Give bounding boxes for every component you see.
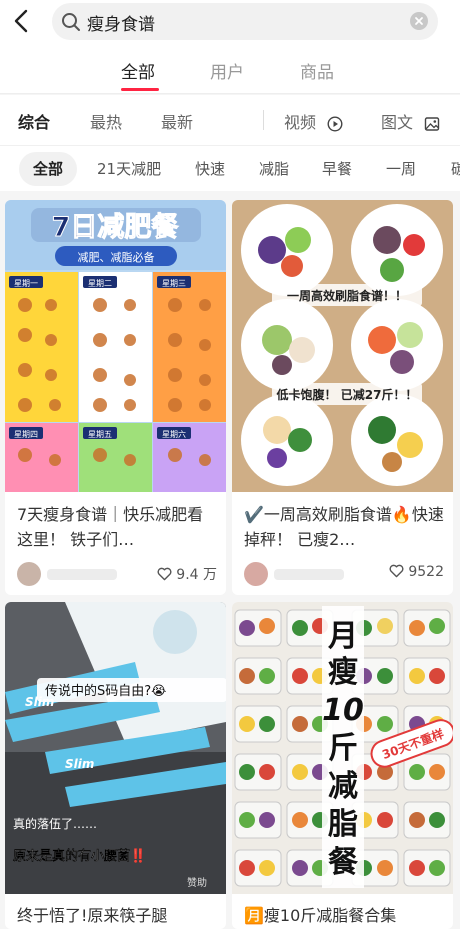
note-cover-image: Slim Slim 传说中的S码自由?😭 真的落伍了…… 原来是真的有小腰菌‼️… bbox=[5, 602, 226, 894]
note-title[interactable]: 7天瘦身食谱｜快乐减肥看这里！ 铁子们… bbox=[17, 502, 217, 552]
cover-char-6: 脂 bbox=[328, 807, 358, 842]
author-name-blurred bbox=[47, 569, 117, 580]
day-label-mon: 星期一 bbox=[14, 279, 38, 288]
image-icon bbox=[424, 116, 440, 131]
top-bar: 瘦身食谱 bbox=[0, 0, 460, 44]
cover-banner-2: 低卡饱腹！ 已减27斤！！ bbox=[276, 387, 418, 402]
chip-fast[interactable]: 快速 bbox=[181, 152, 239, 186]
back-arrow-icon[interactable] bbox=[10, 8, 34, 34]
sort-bar: 综合 最热 最新 视频 图文 bbox=[0, 95, 460, 145]
avatar[interactable] bbox=[17, 562, 41, 586]
cover-char-3: 10 bbox=[322, 693, 364, 728]
note-cover-image: 一周高效刷脂食谱！！ 低卡饱腹！ 已减27斤！！ bbox=[232, 200, 453, 492]
author-name-blurred bbox=[274, 569, 344, 580]
sponsored-tag: 赞助 bbox=[187, 876, 207, 889]
cover-char-4: 斤 bbox=[328, 731, 358, 766]
chip-21days[interactable]: 21天减肥 bbox=[83, 152, 175, 186]
note-cover-image: 月 瘦 10 斤 减 脂 餐 30天不重样 bbox=[232, 602, 453, 894]
divider bbox=[263, 110, 264, 130]
cover-char-2: 瘦 bbox=[328, 655, 358, 690]
note-card[interactable]: 7日减肥餐 减肥、减脂必备 星期一 星期二 星期三 星期四 星期五 星期六 7天… bbox=[5, 200, 226, 595]
tab-products[interactable]: 商品 bbox=[300, 58, 334, 83]
filter-image-text-label: 图文 bbox=[381, 113, 414, 132]
chip-breakfast[interactable]: 早餐 bbox=[308, 152, 366, 186]
like-button[interactable]: 9522 bbox=[389, 564, 444, 580]
filter-video-label: 视频 bbox=[284, 113, 317, 132]
cover-tagline: 减肥、减脂必备 bbox=[78, 250, 155, 264]
cover-char-7: 餐 bbox=[328, 845, 359, 880]
note-card[interactable]: 一周高效刷脂食谱！！ 低卡饱腹！ 已减27斤！！ ✔️一周高效刷脂食谱🔥快速掉秤… bbox=[232, 200, 453, 595]
cover-bubble: 传说中的S码自由?😭 bbox=[45, 683, 166, 699]
note-title[interactable]: 终于悟了!原来筷子腿 bbox=[17, 903, 217, 928]
note-title[interactable]: 🈷️瘦10斤减脂餐合集 bbox=[244, 903, 444, 928]
cover-banner-1: 一周高效刷脂食谱！！ bbox=[287, 288, 407, 303]
sort-hottest[interactable]: 最热 bbox=[90, 109, 122, 133]
like-count: 9.4 万 bbox=[176, 567, 217, 583]
clear-icon[interactable] bbox=[410, 12, 428, 30]
chip-week[interactable]: 一周 bbox=[372, 152, 430, 186]
search-icon bbox=[62, 13, 80, 31]
chip-all[interactable]: 全部 bbox=[19, 152, 78, 186]
cover-char-5: 减 bbox=[328, 769, 358, 804]
day-label-thu: 星期四 bbox=[14, 430, 38, 439]
day-label-fri: 星期五 bbox=[88, 430, 112, 439]
chip-fatloss[interactable]: 减脂 bbox=[245, 152, 303, 186]
note-card[interactable]: Slim Slim 传说中的S码自由?😭 真的落伍了…… 原来是真的有小腰菌‼️… bbox=[5, 602, 226, 929]
cover-char-1: 月 bbox=[328, 619, 358, 654]
tab-all[interactable]: 全部 bbox=[121, 58, 155, 83]
tab-users[interactable]: 用户 bbox=[210, 58, 244, 83]
cover-caption-1: 真的落伍了…… bbox=[13, 816, 97, 831]
search-query[interactable]: 瘦身食谱 bbox=[87, 10, 155, 35]
day-label-tue: 星期二 bbox=[88, 279, 112, 288]
heart-icon bbox=[157, 567, 172, 581]
sort-comprehensive[interactable]: 综合 bbox=[18, 109, 50, 133]
play-circle-icon bbox=[327, 115, 343, 132]
heart-icon bbox=[389, 564, 404, 578]
cover-caption-2: 原来是真的有小腰菌‼️ bbox=[13, 848, 146, 864]
cover-brand-2: Slim bbox=[65, 757, 94, 771]
like-count: 9522 bbox=[408, 564, 444, 580]
main-tabs: 全部 用户 商品 bbox=[0, 44, 460, 94]
note-meta: 9522 bbox=[244, 562, 444, 588]
avatar[interactable] bbox=[244, 562, 268, 586]
like-button[interactable]: 9.4 万 bbox=[157, 564, 217, 584]
chip-carb[interactable]: 碳 bbox=[437, 152, 460, 186]
filter-video[interactable]: 视频 bbox=[284, 109, 343, 133]
active-tab-indicator bbox=[121, 88, 159, 91]
sort-newest[interactable]: 最新 bbox=[161, 109, 193, 133]
note-card[interactable]: 月 瘦 10 斤 减 脂 餐 30天不重样 🈷️瘦10斤减脂餐合集 bbox=[232, 602, 453, 929]
filter-image-text[interactable]: 图文 bbox=[381, 109, 440, 133]
cover-headline: 7日减肥餐 bbox=[52, 212, 180, 243]
note-cover-image: 7日减肥餐 减肥、减脂必备 星期一 星期二 星期三 星期四 星期五 星期六 bbox=[5, 200, 226, 492]
day-label-wed: 星期三 bbox=[162, 279, 186, 288]
keyword-chips: 全部 21天减肥 快速 减脂 早餐 一周 碳 bbox=[0, 145, 460, 191]
note-meta: 9.4 万 bbox=[17, 562, 217, 588]
search-box[interactable]: 瘦身食谱 bbox=[52, 3, 438, 40]
note-title[interactable]: ✔️一周高效刷脂食谱🔥快速掉秤！ 已瘦2… bbox=[244, 502, 444, 552]
day-label-sat: 星期六 bbox=[162, 429, 186, 439]
